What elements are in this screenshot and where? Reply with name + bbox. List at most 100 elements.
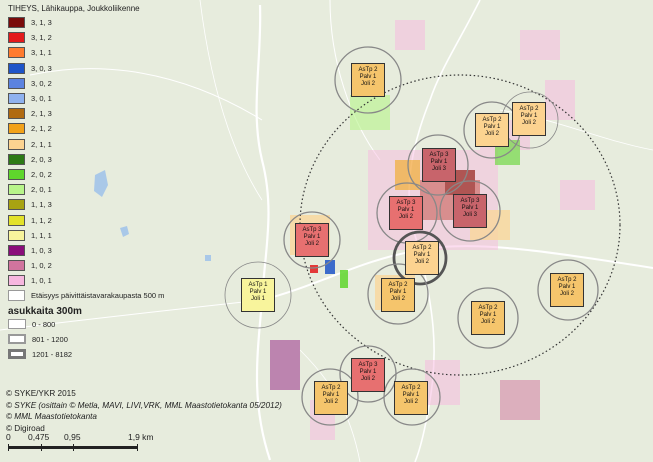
area-label-box: AsTp 3 Palv 1 Joli 3	[453, 194, 487, 228]
legend-class-row: 2, 1, 3	[8, 106, 198, 121]
legend-class-row: 3, 0, 1	[8, 91, 198, 106]
area-label-line: Palv 1	[303, 234, 321, 241]
legend-class-label: 1, 0, 1	[31, 276, 52, 286]
map-canvas[interactable]: TIHEYS, Lähikauppa, Joukkoliikenne 3, 1,…	[0, 0, 653, 462]
legend-class-row: 3, 1, 1	[8, 45, 198, 60]
legend-swatch	[8, 229, 25, 241]
scale-label: 0,475	[28, 432, 50, 442]
area-label-line: Palv 1	[483, 124, 501, 131]
legend-swatch	[8, 184, 25, 196]
area-label-line: AsTp 3	[358, 362, 378, 368]
legend-class-label: 3, 1, 2	[31, 33, 52, 43]
area-label-line: AsTp 2	[557, 277, 577, 283]
area-label-line: Joli 2	[304, 241, 319, 248]
area-label-line: Palv 1	[397, 207, 415, 214]
area-label-line: Palv 1	[520, 113, 538, 120]
population-class-label: 801 - 1200	[32, 334, 68, 344]
area-label-box: AsTp 3 Palv 1 Joli 2	[295, 223, 329, 257]
area-label-line: Joli 2	[360, 376, 375, 383]
scale-label: 1,9 km	[128, 432, 154, 442]
area-label-line: Joli 2	[480, 319, 495, 326]
credit-line: © MML Maastotietokanta	[6, 412, 97, 421]
area-label-box: AsTp 1 Palv 1 Joli 1	[241, 278, 275, 312]
legend-class-label: 1, 0, 2	[31, 261, 52, 271]
legend-class-row: 2, 0, 1	[8, 182, 198, 197]
area-label-line: Palv 1	[558, 284, 576, 291]
legend-class-label: 3, 0, 1	[31, 94, 52, 104]
legend-class-label: 2, 0, 1	[31, 185, 52, 195]
legend-class-row: 2, 0, 2	[8, 167, 198, 182]
area-label-line: AsTp 3	[429, 152, 449, 158]
legend-class-label: 2, 1, 2	[31, 124, 52, 134]
legend-swatch	[8, 275, 25, 287]
area-label-line: Palv 1	[402, 392, 420, 399]
area-label-box: AsTp 2 Palv 1 Joli 2	[405, 241, 439, 275]
area-label-box: AsTp 2 Palv 1 Joli 2	[471, 301, 505, 335]
area-label-line: Joli 2	[360, 81, 375, 88]
area-label-box: AsTp 2 Palv 1 Joli 2	[550, 273, 584, 307]
area-label-line: Joli 3	[431, 166, 446, 173]
legend-class-row: 1, 1, 2	[8, 212, 198, 227]
legend-class-row: 3, 0, 3	[8, 61, 198, 76]
credit-line: © SYKE/YKR 2015	[6, 389, 76, 398]
legend-swatch	[8, 108, 25, 120]
scale-label: 0,95	[64, 432, 81, 442]
area-label-box: AsTp 2 Palv 1 Joli 2	[351, 63, 385, 97]
legend-swatch	[8, 260, 25, 272]
legend-swatch	[8, 290, 25, 302]
population-legend-title: asukkaita 300m	[8, 305, 82, 317]
legend-class-row: 1, 0, 2	[8, 258, 198, 273]
legend-title: TIHEYS, Lähikauppa, Joukkoliikenne	[8, 4, 140, 13]
legend-swatch	[8, 334, 26, 345]
area-label-line: AsTp 3	[460, 198, 480, 204]
area-label-line: AsTp 1	[248, 282, 268, 288]
legend-class-label: 2, 1, 3	[31, 109, 52, 119]
scale-bar: 0 0,475 0,95 1,9 km	[6, 432, 156, 456]
legend-swatch	[8, 214, 25, 226]
legend-class-row: 3, 0, 2	[8, 76, 198, 91]
legend-swatch	[8, 153, 25, 165]
area-label-line: Joli 2	[484, 131, 499, 138]
legend-class-label: 1, 1, 2	[31, 215, 52, 225]
area-label-line: Palv 1	[461, 205, 479, 212]
area-label-line: AsTp 2	[388, 282, 408, 288]
legend-class-label: 1, 1, 3	[31, 200, 52, 210]
area-label-line: AsTp 3	[396, 200, 416, 206]
area-label-line: Palv 1	[479, 312, 497, 319]
legend-swatch	[8, 62, 25, 74]
legend-swatch	[8, 17, 25, 29]
scale-tick	[8, 444, 9, 451]
population-legend-row: 0 - 800	[8, 317, 198, 332]
population-legend-row: 801 - 1200	[8, 332, 198, 347]
legend-swatch	[8, 77, 25, 89]
area-label-line: Joli 2	[323, 399, 338, 406]
legend-class-row: 1, 0, 3	[8, 243, 198, 258]
area-label-line: AsTp 2	[358, 67, 378, 73]
area-label-line: Joli 2	[398, 214, 413, 221]
scale-tick	[73, 444, 74, 451]
legend-swatch	[8, 47, 25, 59]
area-label-line: AsTp 3	[302, 227, 322, 233]
area-label-line: Joli 3	[462, 212, 477, 219]
area-label-line: Palv 1	[413, 252, 431, 259]
legend-distance-row: Etäisyys päivittäistavarakaupasta 500 m	[8, 288, 198, 303]
area-label-line: Palv 1	[359, 369, 377, 376]
area-label-line: AsTp 2	[321, 385, 341, 391]
legend-class-row: 2, 1, 2	[8, 121, 198, 136]
legend-swatch	[8, 168, 25, 180]
legend-class-row: 3, 1, 3	[8, 15, 198, 30]
area-label-line: AsTp 2	[519, 106, 539, 112]
legend-class-label: 1, 1, 1	[31, 230, 52, 240]
area-label-line: Joli 2	[390, 296, 405, 303]
legend-swatch	[8, 32, 25, 44]
area-label-line: Joli 2	[559, 291, 574, 298]
area-label-box: AsTp 2 Palv 1 Joli 2	[475, 113, 509, 147]
area-label-line: AsTp 2	[478, 305, 498, 311]
area-label-line: AsTp 2	[482, 117, 502, 123]
area-label-box: AsTp 2 Palv 1 Joli 2	[381, 278, 415, 312]
credit-line: © SYKE (osittain © Metla, MAVI, LIVI,VRK…	[6, 400, 282, 410]
area-label-line: Palv 1	[389, 289, 407, 296]
area-label-box: AsTp 3 Palv 1 Joli 2	[389, 196, 423, 230]
legend-class-label: 3, 1, 1	[31, 48, 52, 58]
legend-distance-label: Etäisyys päivittäistavarakaupasta 500 m	[31, 291, 165, 301]
